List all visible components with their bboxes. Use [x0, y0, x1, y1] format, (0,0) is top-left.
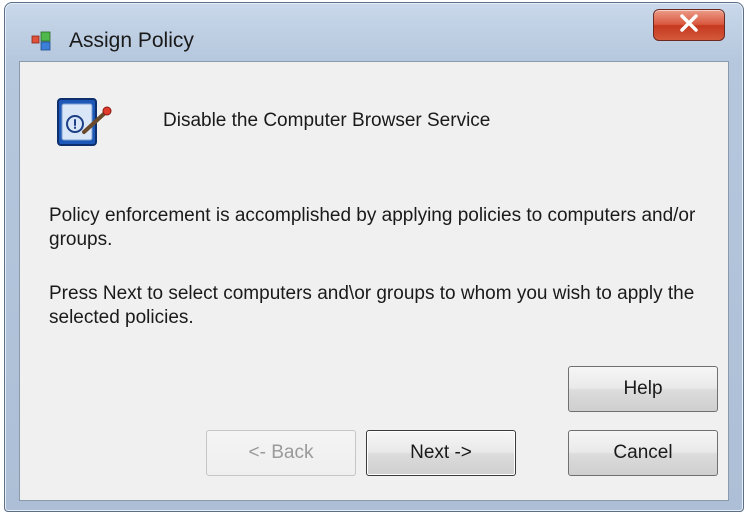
back-button[interactable]: <- Back [206, 430, 356, 476]
help-button[interactable]: Help [568, 366, 718, 412]
app-icon [31, 31, 51, 51]
assign-policy-dialog: Assign Policy Disable the Computer Brows… [4, 2, 744, 512]
cancel-button[interactable]: Cancel [568, 430, 718, 476]
window-title: Assign Policy [69, 29, 194, 52]
enforcement-message: Policy enforcement is accomplished by ap… [49, 205, 696, 250]
title-bar[interactable]: Assign Policy [5, 3, 743, 63]
next-button[interactable]: Next -> [366, 430, 516, 476]
close-button[interactable] [653, 9, 725, 41]
dialog-content: Disable the Computer Browser Service Pol… [19, 61, 729, 501]
policy-document-icon [54, 94, 114, 152]
instructions-message: Press Next to select computers and\or gr… [49, 283, 695, 328]
close-icon [678, 13, 700, 37]
policy-name: Disable the Computer Browser Service [163, 110, 491, 131]
